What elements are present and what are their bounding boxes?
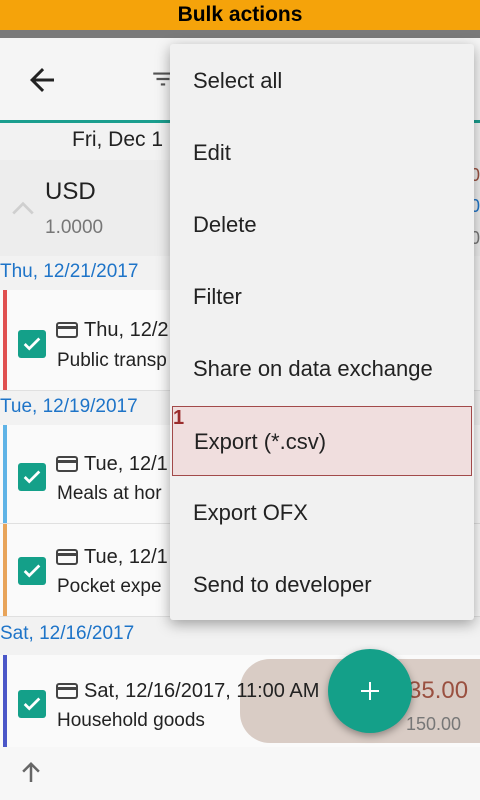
row-checkbox[interactable] — [18, 463, 46, 491]
transaction-note: Pocket expe — [57, 576, 162, 597]
transaction-datetime: Thu, 12/2 — [84, 319, 169, 341]
menu-item-label: Share on data exchange — [193, 356, 433, 381]
transaction-datetime: Sat, 12/16/2017, 11:00 AM — [84, 680, 320, 702]
category-accent-bar — [3, 290, 7, 390]
date-separator: Tue, 12/19/2017 — [0, 396, 138, 417]
card-icon — [56, 549, 78, 565]
card-icon — [56, 322, 78, 338]
menu-item-send-to-developer[interactable]: Send to developer — [170, 548, 474, 620]
check-icon — [23, 470, 41, 484]
menu-item-label: Edit — [193, 140, 231, 165]
check-icon — [23, 697, 41, 711]
menu-item-filter[interactable]: Filter — [170, 260, 474, 332]
card-icon — [56, 456, 78, 472]
check-icon — [23, 337, 41, 351]
add-transaction-button[interactable] — [328, 649, 412, 733]
menu-item-label: Send to developer — [193, 572, 372, 597]
category-accent-bar — [3, 524, 7, 616]
card-icon — [56, 683, 78, 699]
chevron-up-icon[interactable] — [10, 198, 36, 218]
bulk-actions-banner: Bulk actions — [0, 0, 480, 30]
bulk-actions-menu: Select all Edit Delete Filter Share on d… — [170, 44, 474, 620]
transaction-datetime: Tue, 12/1 — [84, 453, 168, 475]
menu-item-select-all[interactable]: Select all — [170, 44, 474, 116]
arrow-up-icon[interactable] — [16, 757, 46, 787]
row-checkbox[interactable] — [18, 557, 46, 585]
plus-icon — [361, 682, 379, 700]
transaction-datetime: Tue, 12/1 — [84, 546, 168, 568]
menu-item-export-csv[interactable]: Export (*.csv) — [172, 406, 472, 476]
transaction-note: Meals at hor — [57, 483, 162, 504]
back-arrow-icon[interactable] — [24, 62, 60, 98]
transaction-note: Public transp — [57, 350, 167, 371]
menu-item-export-ofx[interactable]: Export OFX — [170, 476, 474, 548]
status-bar — [0, 30, 480, 38]
date-separator: Thu, 12/21/2017 — [0, 261, 139, 282]
menu-item-share-data-exchange[interactable]: Share on data exchange — [170, 332, 474, 404]
menu-item-delete[interactable]: Delete — [170, 188, 474, 260]
menu-item-label: Filter — [193, 284, 242, 309]
menu-item-label: Export (*.csv) — [194, 429, 327, 454]
period-date-header: Fri, Dec 1 — [72, 128, 164, 151]
currency-code: USD — [45, 178, 96, 205]
date-separator: Sat, 12/16/2017 — [0, 623, 135, 644]
transaction-amount: 35.00 — [408, 677, 469, 704]
menu-item-label: Delete — [193, 212, 257, 237]
menu-item-edit[interactable]: Edit — [170, 116, 474, 188]
transaction-amount-secondary: 150.00 — [406, 714, 462, 734]
transaction-note: Household goods — [57, 710, 205, 731]
category-accent-bar — [3, 425, 7, 523]
step-number-badge: 1 — [173, 407, 185, 429]
currency-rate: 1.0000 — [45, 217, 104, 238]
bottom-bar — [0, 747, 480, 800]
menu-item-label: Export OFX — [193, 500, 308, 525]
category-accent-bar — [3, 655, 7, 747]
row-checkbox[interactable] — [18, 330, 46, 358]
menu-item-label: Select all — [193, 68, 283, 93]
check-icon — [23, 564, 41, 578]
row-checkbox[interactable] — [18, 690, 46, 718]
